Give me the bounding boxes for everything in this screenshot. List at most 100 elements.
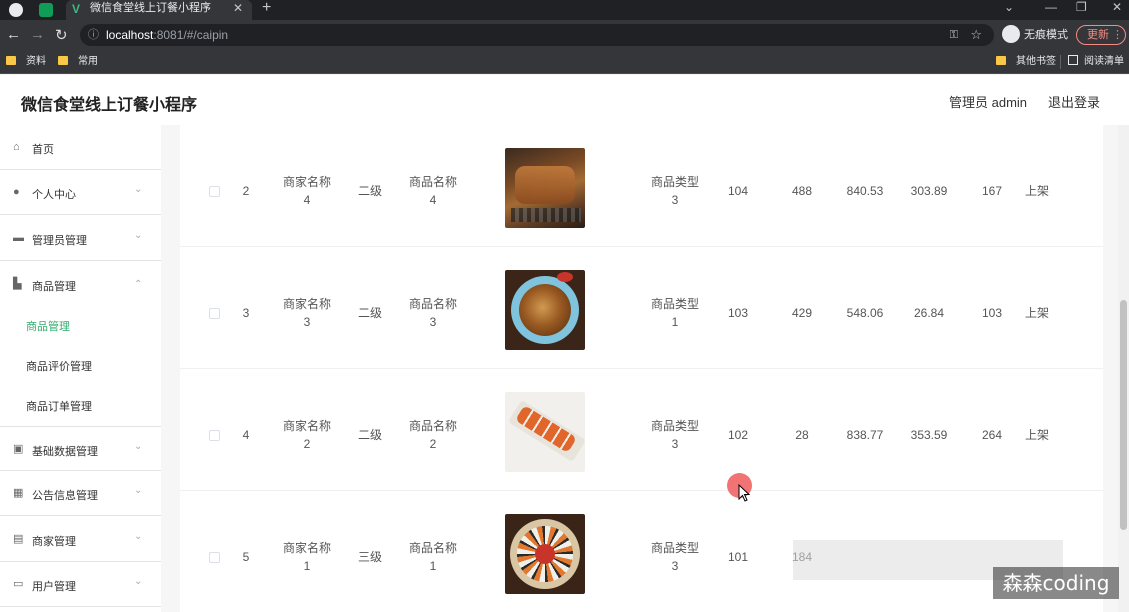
goods-name: 商品名称 4: [408, 175, 457, 207]
folder-icon: [6, 56, 16, 65]
url-path: :8081/#/caipin: [153, 28, 229, 42]
data-icon: ▣: [13, 443, 24, 455]
new-tab-icon[interactable]: +: [262, 0, 271, 17]
sidebar-item-label: 个人中心: [32, 189, 76, 201]
goods-name: 商品名称 2: [408, 419, 457, 451]
close-tab-icon[interactable]: ✕: [233, 0, 243, 17]
chevron-up-icon: ⌃: [134, 279, 143, 290]
col-number-3: 264: [981, 428, 1003, 442]
row-checkbox[interactable]: [209, 308, 220, 319]
mouse-cursor-icon: [738, 484, 750, 502]
goods-image[interactable]: [505, 514, 585, 594]
pinned-tab-icon[interactable]: [39, 3, 53, 17]
incognito-icon: [1002, 25, 1020, 44]
restore-icon[interactable]: ❐: [1076, 0, 1087, 14]
sidebar-subitem-orders[interactable]: 商品订单管理: [26, 398, 92, 414]
app-header: 微信食堂线上订餐小程序 管理员 admin 退出登录: [0, 75, 1129, 125]
table-row[interactable]: 3 商家名称 3 二级 商品名称 3 商品类型 1 103 429 548.06 26…: [180, 247, 1103, 369]
sidebar-item-users[interactable]: ▭ 用户管理 ⌄: [0, 562, 161, 607]
sidebar-item-basic-data[interactable]: ▣ 基础数据管理 ⌄: [0, 426, 161, 471]
url-host: localhost: [106, 28, 154, 42]
table-row[interactable]: 4 商家名称 2 二级 商品名称 2 商品类型 3 102 28 838.77 353…: [180, 369, 1103, 491]
goods-type: 商品类型 3: [650, 419, 699, 451]
update-button[interactable]: 更新 ⋮: [1076, 25, 1126, 45]
tab-search-icon[interactable]: ⌄: [1004, 0, 1014, 14]
bookmark-folder-other[interactable]: 其他书签: [996, 55, 1056, 69]
bookmark-folder-ziliao[interactable]: 资料: [6, 55, 46, 69]
site-info-icon[interactable]: ⓘ: [88, 24, 99, 46]
sidebar-item-label: 首页: [32, 144, 54, 156]
bookmark-label: 其他书签: [1016, 56, 1056, 67]
app-title: 微信食堂线上订餐小程序: [21, 97, 198, 114]
level: 二级: [357, 184, 382, 198]
col-price-1: 838.77: [846, 428, 884, 442]
url-field[interactable]: ⓘ localhost:8081/#/caipin ⚿ ☆: [80, 24, 994, 46]
sidebar-item-merchants[interactable]: ▤ 商家管理 ⌄: [0, 517, 161, 562]
user-icon: ●: [13, 186, 20, 198]
col-number-3: 167: [981, 184, 1003, 198]
incognito-label: 无痕模式: [1024, 29, 1068, 41]
goods-image[interactable]: [505, 148, 585, 228]
col-number-2: 488: [791, 184, 813, 198]
row-checkbox[interactable]: [209, 552, 220, 563]
close-window-icon[interactable]: ✕: [1112, 0, 1122, 14]
folder-icon: [996, 56, 1006, 65]
folder-icon: [58, 56, 68, 65]
page-scrollbar[interactable]: [1118, 125, 1129, 612]
col-number-1: 102: [727, 428, 749, 442]
row-checkbox[interactable]: [209, 430, 220, 441]
sidebar-item-label: 管理员管理: [32, 235, 87, 247]
table-row[interactable]: 2 商家名称 4 二级 商品名称 4 商品类型 3 104 488 840.53 30…: [180, 125, 1103, 247]
tab-title: 微信食堂线上订餐小程序: [90, 2, 211, 14]
main-content: 2 商家名称 4 二级 商品名称 4 商品类型 3 104 488 840.53 30…: [161, 125, 1129, 612]
incognito-indicator[interactable]: 无痕模式: [1002, 25, 1068, 45]
sidebar-item-home[interactable]: ⌂ 首页: [0, 125, 161, 170]
status-label: 上架: [1024, 184, 1049, 198]
sidebar-item-label: 公告信息管理: [32, 490, 98, 502]
sidebar-subitem-goods[interactable]: 商品管理: [26, 318, 70, 334]
status-label: 上架: [1024, 428, 1049, 442]
level: 二级: [357, 306, 382, 320]
forward-icon[interactable]: →: [30, 26, 45, 43]
col-price-1: 548.06: [846, 306, 884, 320]
bookmark-folder-changyong[interactable]: 常用: [58, 55, 98, 69]
sidebar-item-admins[interactable]: ▬ 管理员管理 ⌄: [0, 216, 161, 261]
minimize-icon[interactable]: —: [1045, 0, 1057, 14]
sidebar-subitem-reviews[interactable]: 商品评价管理: [26, 358, 92, 374]
goods-image[interactable]: [505, 392, 585, 472]
scrollbar-thumb[interactable]: [1120, 300, 1127, 530]
chevron-down-icon: ⌄: [134, 184, 143, 195]
merchant-icon: ▤: [13, 533, 24, 545]
sidebar-item-label: 基础数据管理: [32, 446, 98, 458]
current-user: 管理员 admin: [949, 95, 1028, 110]
browser-tab[interactable]: V 微信食堂线上订餐小程序 ✕: [66, 0, 252, 20]
password-key-icon[interactable]: ⚿: [950, 24, 958, 46]
goods-type: 商品类型 1: [650, 297, 699, 329]
reading-list-button[interactable]: 阅读清单: [1068, 55, 1124, 69]
col-price-2: 353.59: [910, 428, 948, 442]
sidebar-item-goods[interactable]: ▙ 商品管理 ⌃: [0, 262, 161, 307]
col-price-1: 840.53: [846, 184, 884, 198]
col-number-1: 104: [727, 184, 749, 198]
level: 二级: [357, 428, 382, 442]
merchant-name: 商家名称 2: [282, 419, 331, 451]
chevron-down-icon: ⌄: [134, 441, 143, 452]
chrome-icon[interactable]: [9, 3, 23, 17]
goods-image[interactable]: [505, 270, 585, 350]
address-bar: ← → ↻ ⓘ localhost:8081/#/caipin ⚿ ☆ 无痕模式…: [0, 20, 1129, 50]
logout-link[interactable]: 退出登录: [1048, 92, 1100, 111]
reload-icon[interactable]: ↻: [55, 26, 68, 44]
col-number-1: 103: [727, 306, 749, 320]
chevron-down-icon: ⌄: [134, 576, 143, 587]
vue-icon: V: [72, 2, 81, 16]
col-number-3: 103: [981, 306, 1003, 320]
notice-icon: ▦: [13, 487, 24, 499]
bookmark-label: 常用: [78, 56, 98, 67]
back-icon[interactable]: ←: [6, 26, 21, 43]
row-checkbox[interactable]: [209, 186, 220, 197]
bookmark-star-icon[interactable]: ☆: [970, 24, 982, 46]
sidebar: ⌂ 首页 ● 个人中心 ⌄ ▬ 管理员管理 ⌄ ▙ 商品管理 ⌃ 商品管理 商品…: [0, 125, 161, 612]
sidebar-item-profile[interactable]: ● 个人中心 ⌄: [0, 170, 161, 215]
sidebar-item-label: 商品管理: [32, 281, 76, 293]
sidebar-item-notices[interactable]: ▦ 公告信息管理 ⌄: [0, 471, 161, 516]
